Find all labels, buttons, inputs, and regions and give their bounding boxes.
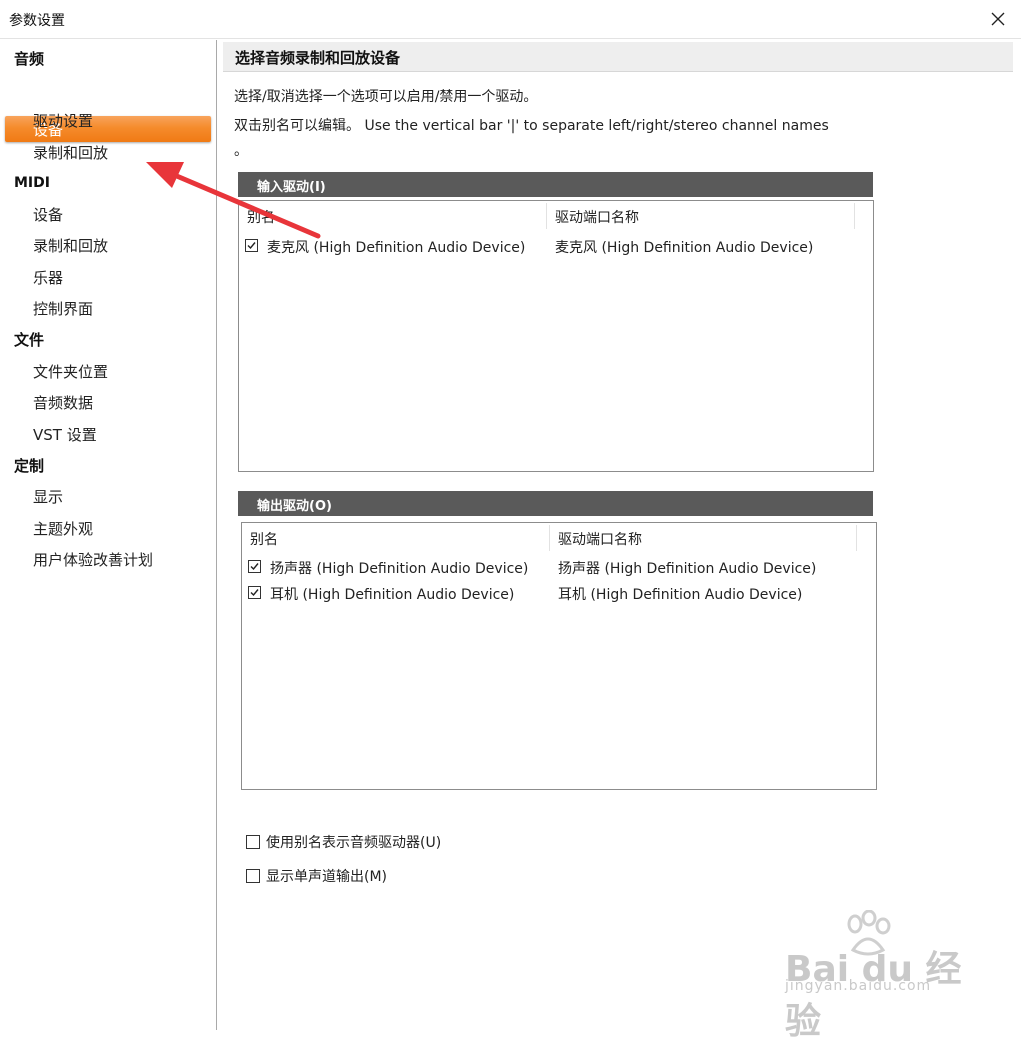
checkmark-icon [247,242,256,250]
show-mono-output-checkbox[interactable] [246,869,260,883]
tree-item-driver-settings[interactable]: 驱动设置 [33,110,93,131]
driver-port-name: 扬声器 (High Definition Audio Device) [558,561,817,577]
output-drivers-title: 输出驱动(O) [257,499,332,514]
input-drivers-list[interactable]: 别名 驱动端口名称 麦克风 (High Definition Audio Dev… [238,200,874,472]
driver-port-name: 麦克风 (High Definition Audio Device) [555,240,814,256]
close-icon [991,12,1005,26]
panel-header: 选择音频录制和回放设备 [223,42,1013,72]
close-button[interactable] [975,0,1021,38]
panel-title: 选择音频录制和回放设备 [235,49,401,67]
tree-group-midi[interactable]: MIDI [14,175,50,191]
tree-group-audio[interactable]: 音频 [14,48,44,69]
input-drivers-title: 输入驱动(I) [257,180,326,195]
input-driver-checkbox[interactable] [245,239,258,252]
description-line-3: 。 [234,143,248,159]
input-driver-row[interactable]: 麦克风 (High Definition Audio Device) 麦克风 (… [245,236,865,258]
tree-item-audio-record-playback[interactable]: 录制和回放 [33,142,108,163]
tree-item-control-surface[interactable]: 控制界面 [33,298,93,319]
input-list-header: 别名 驱动端口名称 [239,201,873,231]
driver-alias[interactable]: 耳机 (High Definition Audio Device) [270,584,514,604]
column-separator[interactable] [856,525,857,551]
description-line-2: 双击别名可以编辑。 Use the vertical bar '|' to se… [234,118,829,134]
tree-group-customize[interactable]: 定制 [14,455,44,476]
tree-item-midi-record-playback[interactable]: 录制和回放 [33,235,108,256]
output-driver-row[interactable]: 扬声器 (High Definition Audio Device) 扬声器 (… [248,557,868,579]
column-alias[interactable]: 别名 [250,529,278,549]
column-separator[interactable] [854,203,855,229]
column-separator[interactable] [546,203,547,229]
use-alias-checkbox[interactable] [246,835,260,849]
window-title: 参数设置 [9,13,65,29]
tree-item-vst-settings[interactable]: VST 设置 [33,424,97,445]
input-drivers-header: 输入驱动(I) [238,172,873,197]
use-alias-label: 使用别名表示音频驱动器(U) [266,835,442,851]
preferences-dialog: 参数设置 音频 设备 驱动设置 录制和回放 MIDI 设备 录制和回放 乐器 控… [0,0,1021,1042]
tree-item-display[interactable]: 显示 [33,486,63,507]
checkmark-icon [250,589,259,597]
title-bar: 参数设置 [0,0,1021,39]
tree-item-theme[interactable]: 主题外观 [33,518,93,539]
watermark-url: jingyan.baidu.com [785,978,932,994]
column-port-name[interactable]: 驱动端口名称 [555,207,639,227]
baidu-jingyan-watermark: Bai du 经验 jingyan.baidu.com [785,910,985,1042]
checkmark-icon [250,563,259,571]
column-port-name[interactable]: 驱动端口名称 [558,529,642,549]
driver-alias[interactable]: 扬声器 (High Definition Audio Device) [270,558,528,578]
output-driver-row[interactable]: 耳机 (High Definition Audio Device) 耳机 (Hi… [248,583,868,605]
tree-group-files[interactable]: 文件 [14,329,44,350]
column-alias[interactable]: 别名 [247,207,275,227]
tree-item-folder-location[interactable]: 文件夹位置 [33,361,108,382]
tree-item-midi-device[interactable]: 设备 [33,204,63,225]
tree-item-audio-data[interactable]: 音频数据 [33,392,93,413]
output-driver-checkbox[interactable] [248,560,261,573]
output-driver-checkbox[interactable] [248,586,261,599]
output-drivers-header: 输出驱动(O) [238,491,873,516]
output-drivers-list[interactable]: 别名 驱动端口名称 扬声器 (High Definition Audio Dev… [241,522,877,790]
output-list-header: 别名 驱动端口名称 [242,523,876,553]
settings-panel: 选择音频录制和回放设备 选择/取消选择一个选项可以启用/禁用一个驱动。 双击别名… [218,40,1018,1030]
show-mono-output-label: 显示单声道输出(M) [266,869,388,885]
settings-tree: 音频 设备 驱动设置 录制和回放 MIDI 设备 录制和回放 乐器 控制界面 文… [0,40,217,1030]
tree-item-ux-program[interactable]: 用户体验改善计划 [33,549,153,570]
column-separator[interactable] [549,525,550,551]
driver-port-name: 耳机 (High Definition Audio Device) [558,587,803,603]
tree-item-instruments[interactable]: 乐器 [33,267,63,288]
description-line-1: 选择/取消选择一个选项可以启用/禁用一个驱动。 [234,89,538,105]
driver-alias[interactable]: 麦克风 (High Definition Audio Device) [267,237,525,257]
